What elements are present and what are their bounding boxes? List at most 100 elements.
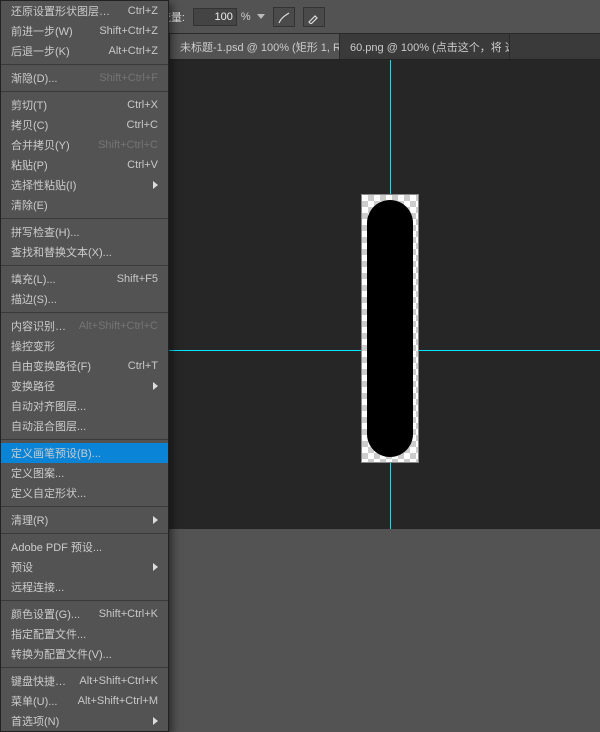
flow-chevron-icon[interactable] xyxy=(257,14,265,19)
menu-item: 拼写检查(H)... xyxy=(1,222,168,242)
menu-separator xyxy=(1,506,168,507)
tab-label: 60.png @ 100% (点击这个，将 选区转 xyxy=(350,39,510,55)
menu-item-label: 描边(S)... xyxy=(11,291,158,307)
menu-item[interactable]: 还原设置形状图层填充(O) Ctrl+Z xyxy=(1,1,168,21)
menu-separator xyxy=(1,64,168,65)
menu-item[interactable]: 填充(L)... Shift+F5 xyxy=(1,269,168,289)
menu-item-label: 自动对齐图层... xyxy=(11,398,158,414)
menu-item: 自动混合图层... xyxy=(1,416,168,436)
airbrush-button[interactable] xyxy=(273,7,295,27)
menu-item: 操控变形 xyxy=(1,336,168,356)
menu-separator xyxy=(1,533,168,534)
tab-label: 未标题-1.psd @ 100% (矩形 1, RGB/... xyxy=(180,39,340,55)
menu-item-shortcut: Alt+Shift+Ctrl+M xyxy=(78,695,158,707)
menu-item[interactable]: 定义画笔预设(B)... xyxy=(1,443,168,463)
menu-item[interactable]: 自由变换路径(F) Ctrl+T xyxy=(1,356,168,376)
menu-item-label: 定义自定形状... xyxy=(11,485,158,501)
menu-item-label: 变换路径 xyxy=(11,378,147,394)
menu-item[interactable]: 前进一步(W) Shift+Ctrl+Z xyxy=(1,21,168,41)
menu-item-label: 后退一步(K) xyxy=(11,43,100,59)
menu-item-shortcut: Shift+Ctrl+K xyxy=(99,608,158,620)
menu-item-label: 查找和替换文本(X)... xyxy=(11,244,158,260)
menu-item-label: 远程连接... xyxy=(11,579,158,595)
menu-item-label: 还原设置形状图层填充(O) xyxy=(11,3,120,19)
menu-item-shortcut: Ctrl+Z xyxy=(128,5,158,17)
menu-item-label: 合并拷贝(Y) xyxy=(11,137,90,153)
menu-separator xyxy=(1,91,168,92)
menu-item-shortcut: Ctrl+C xyxy=(127,119,158,131)
menu-item-label: 自动混合图层... xyxy=(11,418,158,434)
menu-item-shortcut: Ctrl+T xyxy=(128,360,158,372)
menu-item[interactable]: 选择性粘贴(I) xyxy=(1,175,168,195)
menu-separator xyxy=(1,265,168,266)
menu-item-label: 指定配置文件... xyxy=(11,626,158,642)
menu-item[interactable]: 拷贝(C) Ctrl+C xyxy=(1,115,168,135)
menu-item-label: 粘贴(P) xyxy=(11,157,119,173)
menu-item-shortcut: Ctrl+X xyxy=(127,99,158,111)
menu-item-shortcut: Shift+Ctrl+F xyxy=(99,72,158,84)
menu-item: 渐隐(D)... Shift+Ctrl+F xyxy=(1,68,168,88)
menu-item-label: 渐隐(D)... xyxy=(11,70,91,86)
menu-item-label: 填充(L)... xyxy=(11,271,109,287)
menu-item-label: 自由变换路径(F) xyxy=(11,358,120,374)
pen-pressure-icon xyxy=(307,10,321,24)
menu-separator xyxy=(1,218,168,219)
menu-item-label: 内容识别比例 xyxy=(11,318,71,334)
menu-item[interactable]: 粘贴(P) Ctrl+V xyxy=(1,155,168,175)
menu-item[interactable]: 远程连接... xyxy=(1,577,168,597)
menu-item-label: 剪切(T) xyxy=(11,97,119,113)
menu-item: 内容识别比例 Alt+Shift+Ctrl+C xyxy=(1,316,168,336)
menu-item[interactable]: 转换为配置文件(V)... xyxy=(1,644,168,664)
menu-item-label: 拷贝(C) xyxy=(11,117,119,133)
menu-item-label: 菜单(U)... xyxy=(11,693,70,709)
flow-pct: % xyxy=(241,11,251,23)
menu-item[interactable]: 菜单(U)... Alt+Shift+Ctrl+M xyxy=(1,691,168,711)
menu-item: 自动对齐图层... xyxy=(1,396,168,416)
menu-item[interactable]: 变换路径 xyxy=(1,376,168,396)
menu-item-shortcut: Shift+F5 xyxy=(117,273,158,285)
menu-item[interactable]: 首选项(N) xyxy=(1,711,168,731)
menu-separator xyxy=(1,439,168,440)
menu-item: 查找和替换文本(X)... xyxy=(1,242,168,262)
menu-item: 定义图案... xyxy=(1,463,168,483)
menu-item-shortcut: Alt+Shift+Ctrl+C xyxy=(79,320,158,332)
menu-item-label: 操控变形 xyxy=(11,338,158,354)
menu-item[interactable]: 剪切(T) Ctrl+X xyxy=(1,95,168,115)
menu-separator xyxy=(1,600,168,601)
menu-item-label: 转换为配置文件(V)... xyxy=(11,646,158,662)
pressure-size-button[interactable] xyxy=(303,7,325,27)
menu-item[interactable]: Adobe PDF 预设... xyxy=(1,537,168,557)
menu-item[interactable]: 清理(R) xyxy=(1,510,168,530)
menu-item-label: 首选项(N) xyxy=(11,713,147,729)
menu-item-label: 预设 xyxy=(11,559,147,575)
menu-separator xyxy=(1,667,168,668)
menu-separator xyxy=(1,312,168,313)
menu-item-label: 定义画笔预设(B)... xyxy=(11,445,158,461)
menu-item-label: 定义图案... xyxy=(11,465,158,481)
menu-item-label: 拼写检查(H)... xyxy=(11,224,158,240)
menu-item-shortcut: Alt+Ctrl+Z xyxy=(108,45,158,57)
menu-item[interactable]: 键盘快捷键...Alt+Shift+Ctrl+K xyxy=(1,671,168,691)
menu-item-shortcut: Alt+Shift+Ctrl+K xyxy=(79,675,158,687)
menu-item[interactable]: 后退一步(K) Alt+Ctrl+Z xyxy=(1,41,168,61)
menu-item[interactable]: 颜色设置(G)... Shift+Ctrl+K xyxy=(1,604,168,624)
menu-item-label: 清理(R) xyxy=(11,512,147,528)
edit-menu: 还原设置形状图层填充(O) Ctrl+Z 前进一步(W) Shift+Ctrl+Z 后退… xyxy=(0,0,169,732)
menu-item: 定义自定形状... xyxy=(1,483,168,503)
menu-item-shortcut: Ctrl+V xyxy=(127,159,158,171)
menu-item-shortcut: Shift+Ctrl+Z xyxy=(99,25,158,37)
menu-item-label: 清除(E) xyxy=(11,197,158,213)
document-tab[interactable]: 未标题-1.psd @ 100% (矩形 1, RGB/...× xyxy=(170,34,340,59)
menu-item[interactable]: 预设 xyxy=(1,557,168,577)
shape-layer[interactable] xyxy=(367,200,413,457)
menu-item-label: Adobe PDF 预设... xyxy=(11,539,158,555)
menu-item-shortcut: Shift+Ctrl+C xyxy=(98,139,158,151)
airbrush-icon xyxy=(277,10,291,24)
menu-item-label: 选择性粘贴(I) xyxy=(11,177,147,193)
menu-item: 合并拷贝(Y) Shift+Ctrl+C xyxy=(1,135,168,155)
document-tab[interactable]: 60.png @ 100% (点击这个，将 选区转 xyxy=(340,34,510,59)
flow-input[interactable] xyxy=(193,8,237,26)
menu-item[interactable]: 指定配置文件... xyxy=(1,624,168,644)
menu-item-label: 颜色设置(G)... xyxy=(11,606,91,622)
menu-item-label: 前进一步(W) xyxy=(11,23,91,39)
